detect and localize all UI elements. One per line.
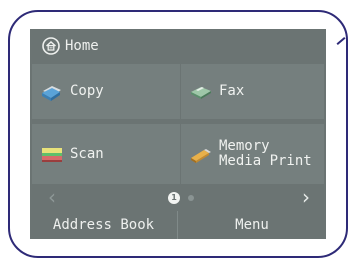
bottom-bar: Address Book Menu xyxy=(30,211,326,239)
page-title: Home xyxy=(65,37,99,54)
menu-button[interactable]: Menu xyxy=(178,211,326,239)
memory-card-icon xyxy=(189,144,213,164)
fax-label: Fax xyxy=(219,83,245,99)
screen-header: Home xyxy=(30,29,326,62)
scan-button[interactable]: Scan xyxy=(32,124,180,184)
memory-media-print-button[interactable]: Memory Media Print xyxy=(181,124,324,184)
next-page-button[interactable]: › xyxy=(302,187,310,207)
copy-label: Copy xyxy=(70,83,104,99)
fax-icon xyxy=(189,82,213,102)
frame-corner-mark xyxy=(336,37,346,45)
fax-button[interactable]: Fax xyxy=(181,64,324,119)
previous-page-button[interactable]: ‹ xyxy=(48,187,56,207)
current-page-dot: 1 xyxy=(168,192,180,204)
scan-label: Scan xyxy=(70,145,104,162)
copy-icon xyxy=(40,82,64,102)
copy-button[interactable]: Copy xyxy=(32,64,180,119)
page-dot xyxy=(188,195,194,201)
scan-icon xyxy=(40,144,64,164)
address-book-button[interactable]: Address Book xyxy=(30,211,178,239)
function-tiles: Copy Fax Scan Memory Media Print xyxy=(32,64,324,184)
page-indicator: ‹ 1 › xyxy=(30,187,326,209)
memory-media-print-label: Memory Media Print xyxy=(219,138,312,169)
lcd-screen: Home Copy Fax Scan Memory Media Print ‹ … xyxy=(30,29,326,239)
home-icon[interactable] xyxy=(42,36,60,55)
